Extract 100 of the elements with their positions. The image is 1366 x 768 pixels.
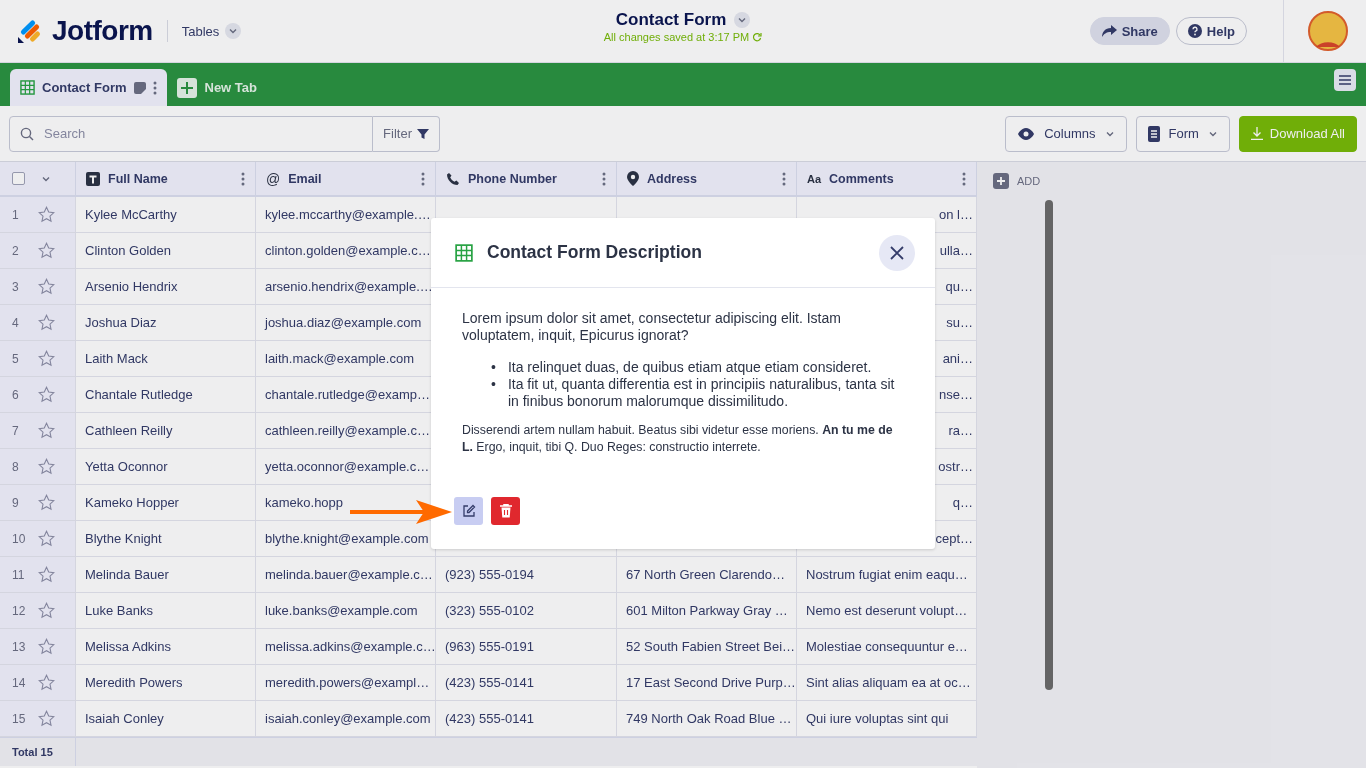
delete-button[interactable] xyxy=(491,497,520,525)
plus-icon xyxy=(176,77,197,98)
star-icon[interactable] xyxy=(38,638,55,655)
table-cell: Arsenio Hendrix xyxy=(85,279,178,294)
help-button[interactable]: Help xyxy=(1175,17,1247,45)
star-icon[interactable] xyxy=(38,278,55,295)
bullet-item: Ita fit ut, quanta differentia est in principiis naturalibus, tanta sit in finibus bonorum malorumque dissimilitudo. xyxy=(507,376,896,410)
row-number: 7 xyxy=(12,423,20,438)
star-icon[interactable] xyxy=(38,422,55,439)
table-cell: isaiah.conley@example.com xyxy=(265,711,431,726)
table-cell: (423) 555-0141 xyxy=(445,711,534,726)
document-icon xyxy=(1147,125,1160,142)
bullet-item: Ita relinquet duas, de quibus etiam atque etiam consideret. xyxy=(507,359,872,376)
search-field[interactable]: Search xyxy=(9,115,374,152)
table-cell: blythe.knight@example.com xyxy=(265,531,429,546)
table-cell: ostr… xyxy=(938,459,973,474)
table-cell: q… xyxy=(952,495,973,510)
table-cell: Meredith Powers xyxy=(85,675,183,690)
table-cell: (923) 555-0194 xyxy=(445,567,534,582)
star-icon[interactable] xyxy=(38,710,55,727)
star-icon[interactable] xyxy=(38,566,55,583)
star-icon[interactable] xyxy=(38,206,55,223)
sheet-tab[interactable]: Contact Form xyxy=(10,69,167,106)
columns-button[interactable]: Columns xyxy=(1005,115,1127,152)
star-icon[interactable] xyxy=(38,242,55,259)
filter-icon xyxy=(417,127,429,140)
star-icon[interactable] xyxy=(38,530,55,547)
table-cell: Molestiae consequuntur e… xyxy=(806,639,968,654)
trash-icon xyxy=(499,504,512,518)
download-icon xyxy=(1250,127,1263,140)
edit-icon xyxy=(461,504,476,518)
row-number: 3 xyxy=(12,279,20,294)
star-icon[interactable] xyxy=(38,602,55,619)
form-title: Contact Form xyxy=(615,10,727,30)
table-cell: Melinda Bauer xyxy=(85,567,169,582)
long-text-field-icon: Aa xyxy=(807,172,822,185)
table-cell: Isaiah Conley xyxy=(85,711,164,726)
table-cell: (963) 555-0191 xyxy=(445,639,534,654)
table-cell: Kylee McCarthy xyxy=(85,207,177,222)
table-cell: Melissa Adkins xyxy=(85,639,171,654)
table-cell: (323) 555-0102 xyxy=(445,603,534,618)
share-button[interactable]: Share xyxy=(1089,17,1170,45)
avatar[interactable] xyxy=(1308,11,1348,51)
table-cell: ra… xyxy=(948,423,973,438)
edit-button[interactable] xyxy=(454,497,483,525)
form-button[interactable]: Form xyxy=(1135,115,1230,152)
table-cell: luke.banks@example.com xyxy=(265,603,418,618)
row-number: 11 xyxy=(12,567,26,582)
table-cell: yetta.oconnor@example.c… xyxy=(265,459,430,474)
row-number: 12 xyxy=(12,603,27,618)
more-icon[interactable] xyxy=(602,171,606,186)
star-icon[interactable] xyxy=(38,458,55,475)
more-icon[interactable] xyxy=(962,171,966,186)
menu-icon xyxy=(1338,73,1352,86)
star-icon[interactable] xyxy=(38,314,55,331)
text-field-icon xyxy=(86,171,100,186)
table-cell: su… xyxy=(946,315,973,330)
more-icon[interactable] xyxy=(421,171,425,186)
filter-button[interactable]: Filter xyxy=(373,115,440,152)
share-icon xyxy=(1101,25,1117,37)
app-switcher[interactable]: Tables xyxy=(181,23,242,39)
table-cell: Sint alias aliquam ea at oc… xyxy=(806,675,971,690)
star-icon[interactable] xyxy=(38,386,55,403)
row-number: 2 xyxy=(12,243,20,258)
description-paragraph: Lorem ipsum dolor sit amet, consectetur adipiscing elit. Istam voluptatem, inquit, Epicurus ignorat? xyxy=(462,310,842,344)
row-number: 9 xyxy=(12,495,20,510)
table-cell: Chantale Rutledge xyxy=(85,387,193,402)
table-cell: melissa.adkins@example.c… xyxy=(265,639,435,654)
star-icon[interactable] xyxy=(38,350,55,367)
more-icon[interactable] xyxy=(782,171,786,186)
table-cell: Clinton Golden xyxy=(85,243,171,258)
table-cell: qu… xyxy=(945,279,973,294)
scrollbar[interactable] xyxy=(1045,200,1053,690)
table-cell: nse… xyxy=(939,387,973,402)
column-header[interactable]: Phone Number xyxy=(436,162,617,195)
column-header[interactable]: Full Name xyxy=(76,162,256,195)
row-number: 10 xyxy=(12,531,27,546)
select-all-checkbox[interactable] xyxy=(12,172,25,185)
table-cell: Kameko Hopper xyxy=(85,495,179,510)
chevron-down-icon xyxy=(737,15,748,25)
more-icon[interactable] xyxy=(152,80,157,95)
refresh-icon xyxy=(752,32,763,42)
table-cell: on l… xyxy=(939,207,973,222)
menu-button[interactable] xyxy=(1334,68,1356,91)
table-cell: kylee.mccarthy@example.… xyxy=(265,207,431,222)
table-cell: laith.mack@example.com xyxy=(265,351,415,366)
table-icon xyxy=(20,80,35,95)
table-cell: cept… xyxy=(935,531,973,546)
chevron-down-icon xyxy=(228,26,239,36)
table-cell: ulla… xyxy=(939,243,973,258)
more-icon[interactable] xyxy=(241,171,245,186)
table-cell: cathleen.reilly@example.c… xyxy=(265,423,430,438)
table-cell: Blythe Knight xyxy=(85,531,162,546)
search-icon xyxy=(20,126,34,141)
close-button[interactable] xyxy=(879,234,915,271)
star-icon[interactable] xyxy=(38,674,55,691)
column-header[interactable]: Address xyxy=(617,162,797,195)
column-header[interactable]: @ Email xyxy=(256,162,436,195)
search-input[interactable]: Search xyxy=(42,125,296,142)
star-icon[interactable] xyxy=(38,494,55,511)
